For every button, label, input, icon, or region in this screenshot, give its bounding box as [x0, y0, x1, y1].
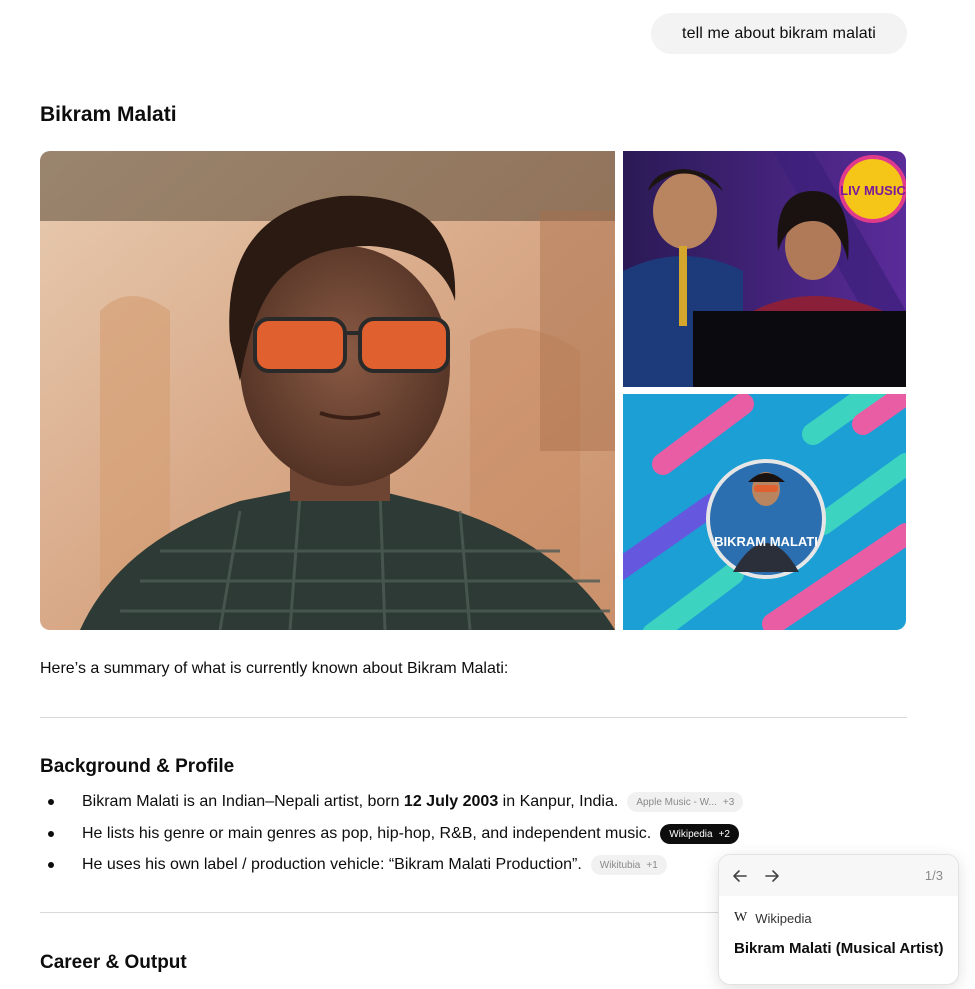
section-title-background: Background & Profile — [40, 756, 235, 777]
album-art-text: BIKRAM MALATI — [714, 534, 818, 549]
citation-more-count: +3 — [722, 796, 735, 808]
performance-photo[interactable]: LIV MUSIC — [623, 151, 906, 387]
section-title-career: Career & Output — [40, 952, 187, 973]
summary-text: Here’s a summary of what is currently kn… — [40, 660, 509, 677]
citation-label: Wikitubia — [599, 859, 641, 871]
list-item: He uses his own label / production vehic… — [40, 855, 667, 875]
user-message-text: tell me about bikram malati — [682, 24, 876, 42]
divider — [40, 717, 907, 718]
citation-pill[interactable]: Apple Music - W... +3 — [627, 792, 744, 812]
list-item: He lists his genre or main genres as pop… — [40, 824, 739, 844]
citation-label: Apple Music - W... — [636, 796, 717, 808]
previous-arrow-icon[interactable] — [730, 866, 750, 886]
bullet-dot — [48, 799, 54, 805]
citation-pill-active[interactable]: Wikipedia +2 — [660, 824, 739, 844]
citation-popover-header: 1/3 — [719, 855, 958, 896]
citation-more-count: +1 — [646, 859, 658, 871]
portrait-photo[interactable] — [40, 151, 615, 630]
user-message-bubble: tell me about bikram malati — [651, 13, 907, 54]
citation-label: Wikipedia — [669, 828, 713, 840]
citation-popover: 1/3 W Wikipedia Bikram Malati (Musical A… — [718, 854, 959, 985]
liv-music-badge-text: LIV MUSIC — [840, 183, 906, 198]
entity-title: Bikram Malati — [40, 103, 177, 126]
wikipedia-icon: W — [734, 910, 748, 925]
citation-pill[interactable]: Wikitubia +1 — [590, 855, 667, 875]
bullet-dot — [48, 831, 54, 837]
bullet-text: He uses his own label / production vehic… — [82, 856, 582, 873]
bullet-text: He lists his genre or main genres as pop… — [82, 825, 652, 842]
album-art-photo[interactable]: BIKRAM MALATI — [623, 394, 906, 630]
citation-link-title[interactable]: Bikram Malati (Musical Artist) — [734, 940, 944, 957]
citation-source: W Wikipedia — [734, 910, 812, 926]
citation-source-name: Wikipedia — [755, 910, 812, 926]
citation-more-count: +2 — [718, 828, 730, 840]
bullet-text: Bikram Malati is an Indian–Nepali artist… — [82, 793, 619, 810]
list-item: Bikram Malati is an Indian–Nepali artist… — [40, 792, 744, 812]
next-arrow-icon[interactable] — [762, 866, 782, 886]
bullet-dot — [48, 862, 54, 868]
citation-counter: 1/3 — [924, 868, 943, 883]
